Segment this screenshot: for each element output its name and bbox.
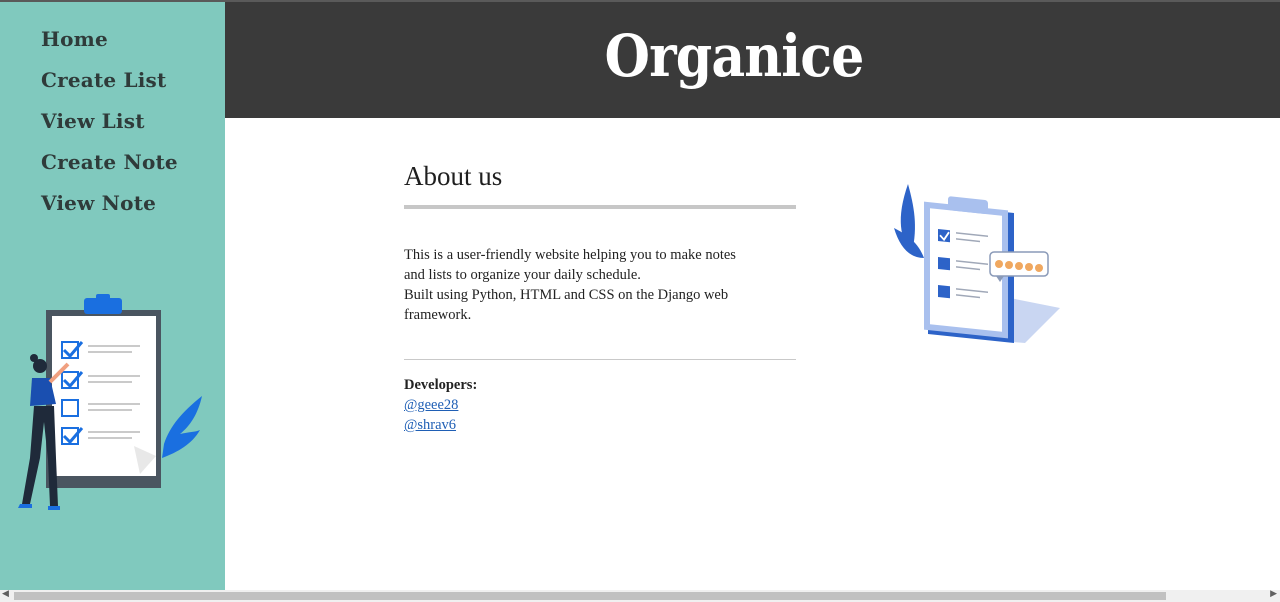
sidebar-link-create-note[interactable]: Create Note (41, 150, 178, 174)
sidebar-item-view-note: View Note (41, 191, 178, 232)
section-divider (404, 359, 796, 360)
scrollbar-thumb[interactable] (14, 592, 1166, 600)
developer-link-shrav6[interactable]: @shrav6 (404, 415, 796, 435)
sidebar-nav: Home Create List View List Create Note V… (41, 27, 178, 232)
developer-link-geee28[interactable]: @geee28 (404, 395, 796, 415)
title-divider (404, 205, 796, 209)
sidebar-link-view-note[interactable]: View Note (41, 191, 156, 215)
sidebar-item-view-list: View List (41, 109, 178, 150)
sidebar-link-create-list[interactable]: Create List (41, 68, 166, 92)
sidebar-item-home: Home (41, 27, 178, 68)
description-line: and lists to organize your daily schedul… (404, 267, 641, 283)
sidebar-link-view-list[interactable]: View List (41, 109, 145, 133)
sidebar-item-create-list: Create List (41, 68, 178, 109)
horizontal-scrollbar[interactable]: ◀ ▶ (0, 589, 1280, 602)
about-description: This is a user-friendly website helping … (404, 245, 796, 325)
sidebar: Home Create List View List Create Note V… (0, 2, 225, 590)
scroll-right-icon[interactable]: ▶ (1270, 589, 1277, 599)
site-header: Organice (225, 2, 1280, 118)
scroll-left-icon[interactable]: ◀ (2, 589, 9, 599)
sidebar-link-home[interactable]: Home (41, 27, 108, 51)
description-line: This is a user-friendly website helping … (404, 247, 736, 263)
brand-title: Organice (604, 22, 865, 90)
sidebar-item-create-note: Create Note (41, 150, 178, 191)
developers-label: Developers: (404, 377, 478, 393)
description-line: Built using Python, HTML and CSS on the … (404, 287, 729, 323)
developers-block: Developers: @geee28 @shrav6 (404, 375, 796, 435)
about-title: About us (404, 161, 503, 191)
clipboard-rating-stars-illustration (894, 184, 1060, 344)
about-section: About us This is a user-friendly website… (404, 160, 796, 435)
checklist-clipboard-person-illustration (18, 294, 202, 510)
